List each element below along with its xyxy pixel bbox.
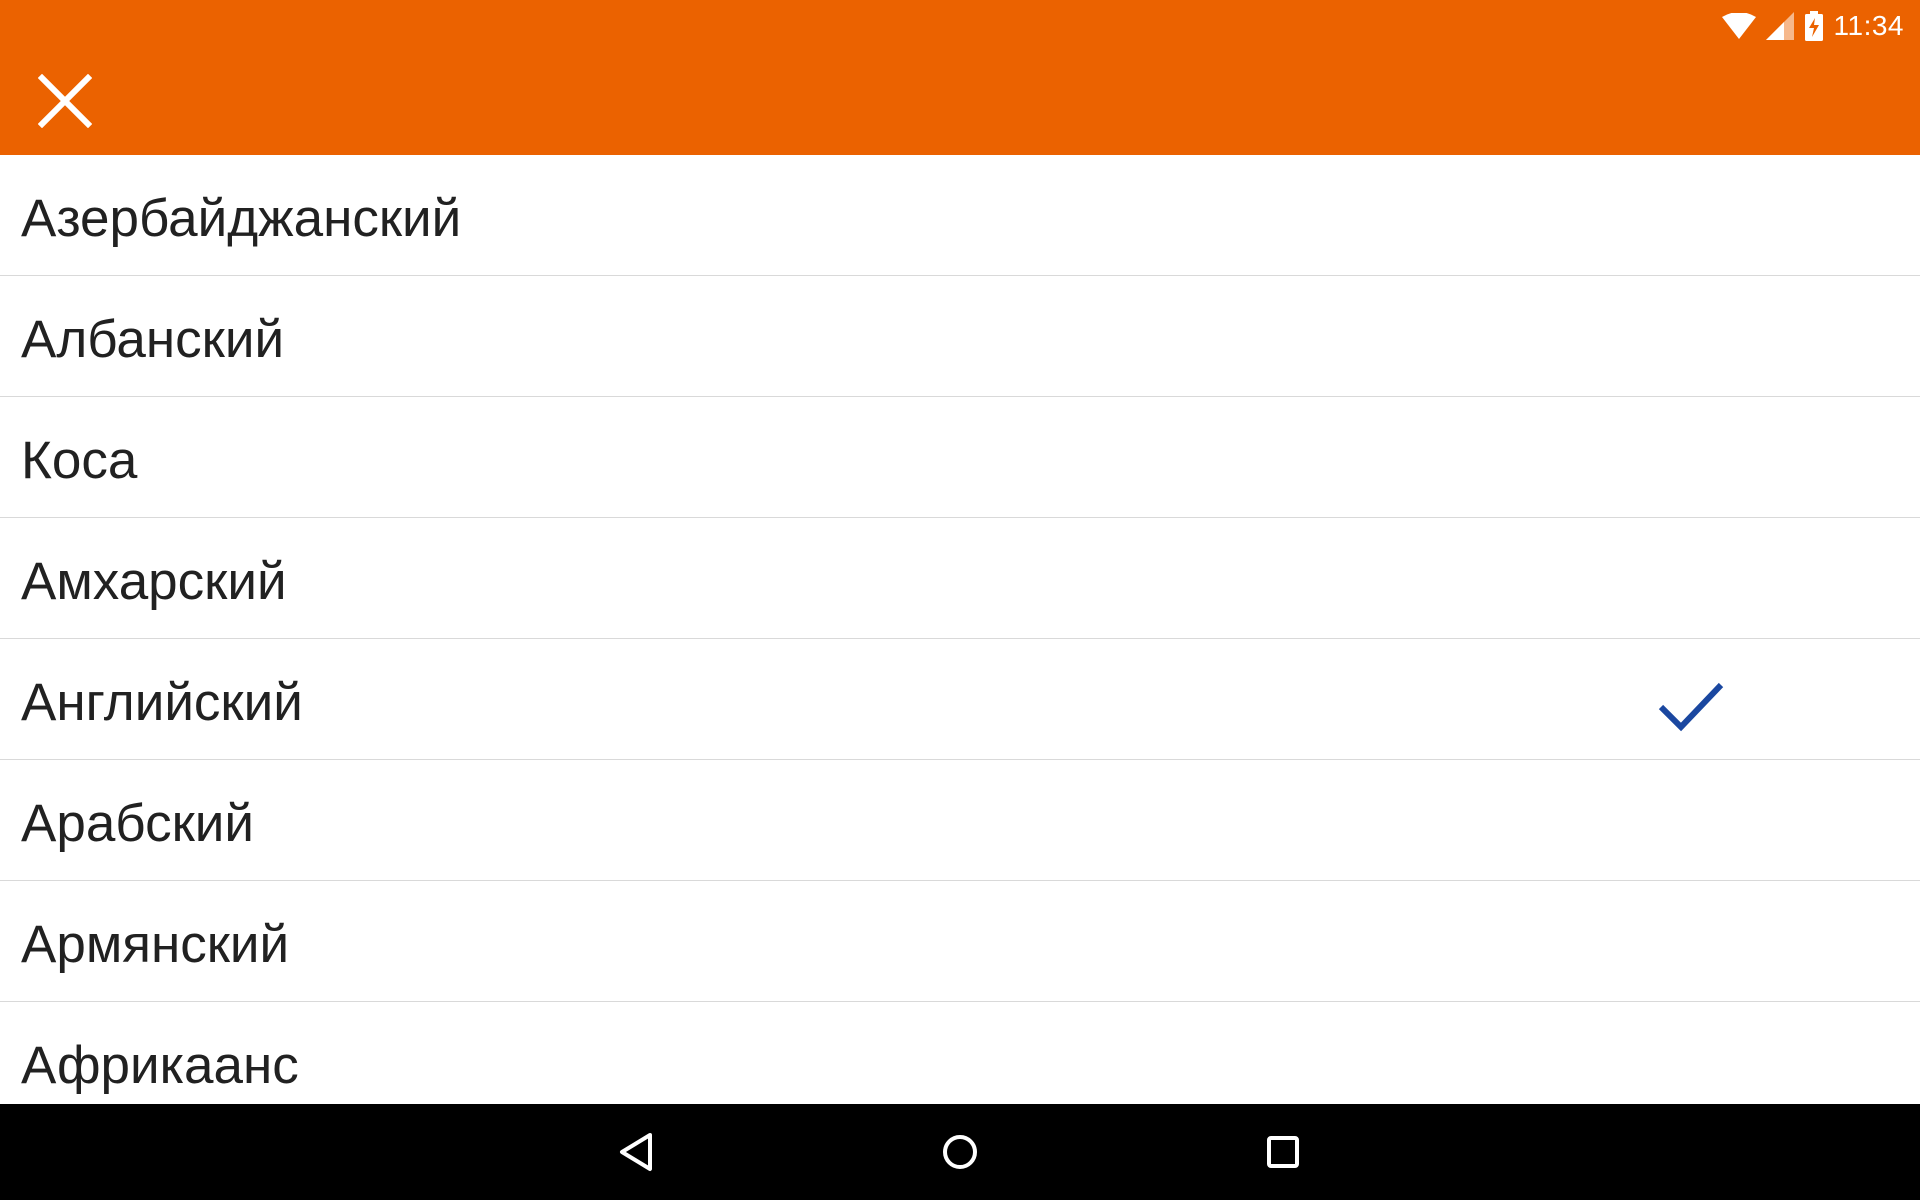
language-item-afrikaans[interactable]: Африкаанс	[0, 1002, 1920, 1104]
recents-icon	[1267, 1136, 1299, 1168]
status-time: 11:34	[1833, 10, 1904, 41]
language-item-armenian[interactable]: Армянский	[0, 881, 1920, 1002]
app-bar: 11:34	[0, 0, 1920, 155]
language-item-amharic[interactable]: Амхарский	[0, 518, 1920, 639]
home-icon	[943, 1135, 977, 1169]
language-label: Английский	[21, 673, 303, 732]
checkmark-icon	[1658, 682, 1724, 732]
language-item-arabic[interactable]: Арабский	[0, 760, 1920, 881]
recents-button[interactable]	[1253, 1122, 1313, 1182]
close-button[interactable]	[22, 58, 108, 144]
language-list: Азербайджанский Албанский Коса Амхарский…	[0, 155, 1920, 1104]
language-label: Амхарский	[21, 552, 287, 611]
home-button[interactable]	[930, 1122, 990, 1182]
language-label: Армянский	[21, 915, 290, 974]
status-bar: 11:34	[1721, 8, 1905, 44]
language-label: Африкаанс	[21, 1036, 299, 1095]
language-item-azerbaijani[interactable]: Азербайджанский	[0, 155, 1920, 276]
cell-signal-icon	[1765, 12, 1794, 40]
language-item-english[interactable]: Английский	[0, 639, 1920, 760]
back-icon	[620, 1133, 652, 1171]
close-icon	[38, 74, 92, 128]
wifi-icon	[1721, 13, 1756, 39]
language-item-albanian[interactable]: Албанский	[0, 276, 1920, 397]
navigation-bar	[0, 1104, 1920, 1200]
language-label: Азербайджанский	[21, 189, 462, 248]
language-item-xhosa[interactable]: Коса	[0, 397, 1920, 518]
back-button[interactable]	[606, 1122, 666, 1182]
language-label: Албанский	[21, 310, 285, 369]
battery-charging-icon	[1804, 11, 1823, 41]
language-label: Арабский	[21, 794, 254, 853]
language-label: Коса	[21, 431, 138, 490]
